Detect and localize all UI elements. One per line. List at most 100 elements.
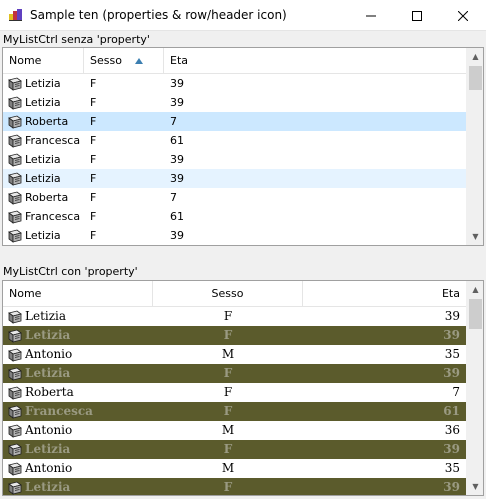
- cell-sesso: F: [223, 309, 233, 323]
- cell-nome: Antonio: [25, 423, 73, 437]
- cell-sesso: F: [223, 385, 233, 399]
- cell-sesso: F: [90, 96, 97, 109]
- cell-sesso: F: [90, 172, 97, 185]
- cell-sesso: F: [90, 115, 97, 128]
- list1-header-eta[interactable]: Eta: [164, 48, 466, 74]
- table-row[interactable]: Roberta F 7: [3, 112, 466, 131]
- document-icon: [7, 114, 23, 129]
- maximize-button[interactable]: [394, 0, 440, 31]
- list1-label: MyListCtrl senza 'property': [3, 33, 150, 46]
- cell-eta: 36: [444, 423, 460, 437]
- cell-eta: 35: [444, 461, 460, 475]
- table-row[interactable]: Letizia F 39: [3, 364, 466, 383]
- list2-header-nome[interactable]: Nome: [3, 281, 153, 307]
- list1-header: Nome Sesso Eta: [3, 48, 466, 74]
- cell-eta: 39: [170, 229, 184, 242]
- list2-header-eta[interactable]: Eta: [303, 281, 466, 307]
- cell-nome: Francesca: [25, 404, 93, 418]
- header-label: Eta: [441, 287, 460, 300]
- table-row[interactable]: Letizia F 39: [3, 169, 466, 188]
- document-icon: [7, 152, 23, 167]
- cell-sesso: F: [223, 328, 233, 342]
- table-row[interactable]: Letizia F 39: [3, 93, 466, 112]
- cell-nome: Letizia: [25, 309, 67, 323]
- cell-sesso: F: [223, 480, 233, 494]
- cell-eta: 61: [170, 210, 184, 223]
- table-row[interactable]: Letizia F 39: [3, 226, 466, 245]
- header-label: Nome: [9, 54, 42, 67]
- list1-header-sesso[interactable]: Sesso: [84, 48, 164, 74]
- cell-eta: 39: [170, 172, 184, 185]
- table-row[interactable]: Letizia F 39: [3, 440, 466, 459]
- cell-nome: Roberta: [25, 191, 69, 204]
- header-label: Sesso: [211, 287, 244, 300]
- table-row[interactable]: Letizia F 39: [3, 478, 466, 495]
- close-button[interactable]: [440, 0, 486, 31]
- cell-nome: Letizia: [25, 366, 71, 380]
- list-ctrl-with-property[interactable]: Nome Sesso Eta Letizia F 39 Letizia F 39 Anton…: [2, 280, 484, 496]
- app-logo-icon: [9, 9, 22, 21]
- table-row[interactable]: Antonio M 35: [3, 345, 466, 364]
- table-row[interactable]: Francesca F 61: [3, 131, 466, 150]
- cell-nome: Letizia: [25, 153, 61, 166]
- cell-nome: Letizia: [25, 77, 61, 90]
- scroll-down-arrow-icon[interactable]: ▼: [467, 228, 483, 245]
- document-icon: [7, 404, 23, 419]
- table-row[interactable]: Francesca F 61: [3, 207, 466, 226]
- table-row[interactable]: Letizia F 39: [3, 150, 466, 169]
- cell-sesso: F: [90, 210, 97, 223]
- header-label: Nome: [9, 287, 42, 300]
- document-icon: [7, 76, 23, 91]
- window-title: Sample ten (properties & row/header icon…: [30, 8, 287, 22]
- cell-sesso: F: [90, 229, 97, 242]
- scroll-thumb[interactable]: [469, 66, 482, 90]
- title-bar: Sample ten (properties & row/header icon…: [0, 0, 486, 31]
- cell-sesso: M: [221, 347, 235, 361]
- cell-eta: 39: [443, 328, 460, 342]
- table-row[interactable]: Roberta F 7: [3, 188, 466, 207]
- minimize-button[interactable]: [348, 0, 394, 31]
- cell-eta: 39: [443, 480, 460, 494]
- list2-header-sesso[interactable]: Sesso: [153, 281, 303, 307]
- table-row[interactable]: Roberta F 7: [3, 383, 466, 402]
- document-icon: [7, 461, 23, 476]
- maximize-icon: [412, 10, 422, 21]
- cell-eta: 39: [170, 96, 184, 109]
- cell-sesso: F: [223, 404, 233, 418]
- cell-nome: Antonio: [25, 347, 73, 361]
- cell-sesso: M: [221, 423, 235, 437]
- cell-nome: Letizia: [25, 96, 61, 109]
- minimize-icon: [366, 15, 376, 16]
- cell-eta: 61: [443, 404, 460, 418]
- scroll-down-arrow-icon[interactable]: ▼: [467, 478, 483, 495]
- document-icon: [7, 328, 23, 343]
- document-icon: [7, 442, 23, 457]
- cell-eta: 7: [452, 385, 460, 399]
- header-label: Sesso: [90, 54, 122, 67]
- table-row[interactable]: Letizia F 39: [3, 326, 466, 345]
- scroll-thumb[interactable]: [469, 299, 482, 329]
- table-row[interactable]: Antonio M 35: [3, 459, 466, 478]
- list2-label: MyListCtrl con 'property': [3, 265, 138, 278]
- cell-nome: Letizia: [25, 328, 71, 342]
- cell-nome: Antonio: [25, 461, 73, 475]
- list-ctrl-without-property[interactable]: Nome Sesso Eta Letizia F 39 Letizia F 39 Rober…: [2, 47, 484, 246]
- table-row[interactable]: Antonio M 36: [3, 421, 466, 440]
- cell-eta: 35: [444, 347, 460, 361]
- list1-header-nome[interactable]: Nome: [3, 48, 84, 74]
- document-icon: [7, 480, 23, 495]
- cell-nome: Francesca: [25, 210, 81, 223]
- cell-eta: 39: [170, 153, 184, 166]
- cell-sesso: F: [223, 442, 233, 456]
- cell-nome: Letizia: [25, 229, 61, 242]
- document-icon: [7, 366, 23, 381]
- document-icon: [7, 133, 23, 148]
- scroll-up-arrow-icon[interactable]: ▲: [467, 48, 483, 65]
- cell-sesso: F: [223, 366, 233, 380]
- scroll-up-arrow-icon[interactable]: ▲: [467, 281, 483, 298]
- list1-vertical-scrollbar[interactable]: ▲ ▼: [466, 48, 483, 245]
- table-row[interactable]: Letizia F 39: [3, 74, 466, 93]
- table-row[interactable]: Francesca F 61: [3, 402, 466, 421]
- list2-vertical-scrollbar[interactable]: ▲ ▼: [466, 281, 483, 495]
- table-row[interactable]: Letizia F 39: [3, 307, 466, 326]
